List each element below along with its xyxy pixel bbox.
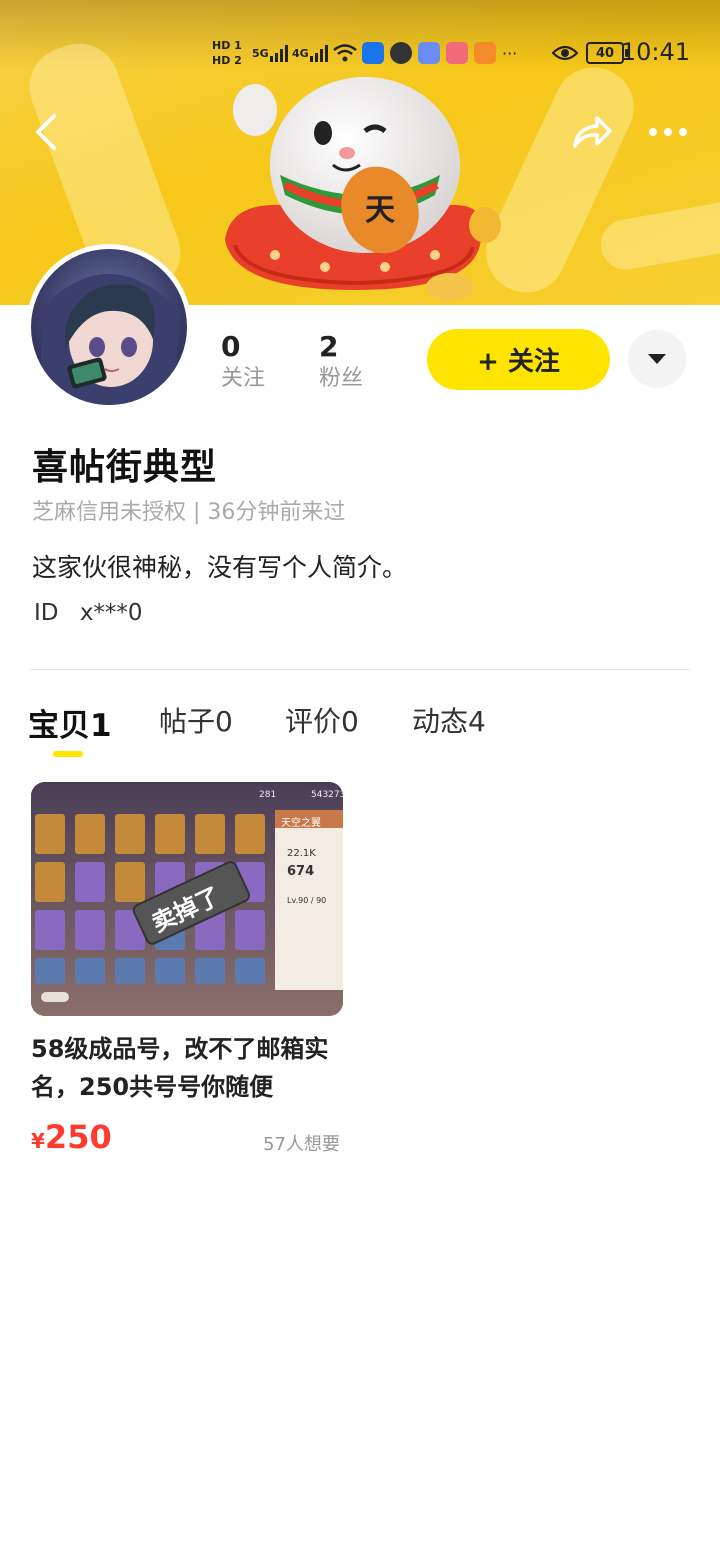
tab-count: 1 xyxy=(90,708,112,744)
image-currency-2: 543273 xyxy=(311,790,343,800)
fans-stat[interactable]: 2 粉丝 xyxy=(319,330,363,394)
more-dots-icon xyxy=(649,128,687,136)
net2-label: 4G xyxy=(292,46,309,60)
tab-count: 0 xyxy=(215,705,233,738)
listing-image[interactable]: 281 543273 天空之翼 22.1K 674 Lv.90 / 90 卖掉了 xyxy=(31,782,343,1016)
listing-price: ¥250 xyxy=(31,1118,112,1156)
image-stat-2: 674 xyxy=(287,864,315,879)
fans-count: 2 xyxy=(319,330,339,363)
tab-label: 动态 xyxy=(412,705,469,738)
music-app-icon xyxy=(418,42,440,64)
section-divider xyxy=(30,669,690,670)
following-label: 关注 xyxy=(221,366,266,391)
signal-icon xyxy=(309,45,328,62)
app-notification-icon xyxy=(362,42,384,64)
tab-label: 评价 xyxy=(285,705,342,738)
notification-app-icons: ··· xyxy=(362,30,517,76)
price-value: 250 xyxy=(44,1118,112,1156)
price-symbol: ¥ xyxy=(31,1129,45,1153)
reader-app-icon xyxy=(446,42,468,64)
avatar[interactable] xyxy=(26,244,192,410)
tab-activity[interactable]: 动态4 xyxy=(412,700,486,740)
following-stat[interactable]: 0 关注 xyxy=(221,330,265,394)
clock: 10:41 xyxy=(620,38,690,66)
back-button[interactable] xyxy=(22,108,70,156)
share-icon xyxy=(573,116,612,148)
net1-label: 5G xyxy=(252,46,269,60)
tab-posts[interactable]: 帖子0 xyxy=(159,700,233,740)
video-app-icon xyxy=(474,42,496,64)
profile-bio: 这家伙很神秘，没有写个人简介。 xyxy=(32,553,408,582)
fans-label: 粉丝 xyxy=(319,366,364,391)
image-panel-title: 天空之翼 xyxy=(281,818,321,829)
sim-indicators: HD 1 HD 2 xyxy=(212,30,242,76)
profile-dropdown-button[interactable] xyxy=(628,330,686,388)
network-5g: 5G xyxy=(252,30,291,76)
sim2-label: HD 2 xyxy=(212,54,242,67)
more-notifications: ··· xyxy=(502,43,518,63)
caret-down-icon xyxy=(648,354,666,364)
image-currency-1: 281 xyxy=(259,790,277,800)
tab-label: 帖子 xyxy=(159,705,216,738)
tab-items[interactable]: 宝贝1 xyxy=(28,700,112,745)
image-level: Lv.90 / 90 xyxy=(287,896,327,905)
tab-label: 宝贝 xyxy=(28,708,90,744)
more-options-button[interactable] xyxy=(644,108,692,156)
eye-comfort-icon xyxy=(552,30,578,76)
wants-count: 57人想要 xyxy=(263,1134,340,1155)
image-stat-1: 22.1K xyxy=(287,848,316,859)
profile-meta: 芝麻信用未授权 | 36分钟前来过 xyxy=(32,500,346,525)
wifi-icon xyxy=(332,30,358,76)
listing-title[interactable]: 58级成品号，改不了邮箱实名，250共号号你随便 xyxy=(31,1030,351,1106)
avatar-image xyxy=(31,249,187,405)
banner-decor xyxy=(596,196,720,274)
app-notification-icon xyxy=(390,42,412,64)
share-button[interactable] xyxy=(568,108,616,156)
profile-name: 喜帖街典型 xyxy=(32,447,218,488)
signal-icon xyxy=(269,45,288,62)
follow-button[interactable]: + 关注 xyxy=(427,329,610,390)
battery-level: 40 xyxy=(586,42,624,64)
tab-reviews[interactable]: 评价0 xyxy=(285,700,359,740)
status-bar: HD 1 HD 2 5G 4G ··· 40 10:41 xyxy=(0,30,720,76)
sim1-label: HD 1 xyxy=(212,39,242,52)
svg-text:天: 天 xyxy=(365,193,395,228)
profile-id-row[interactable]: ID x***0 xyxy=(34,600,143,626)
network-4g: 4G xyxy=(292,30,331,76)
active-tab-indicator xyxy=(53,751,83,757)
mascot-illustration: 天 xyxy=(225,77,501,301)
chevron-left-icon xyxy=(36,114,56,150)
following-count: 0 xyxy=(221,330,241,363)
tab-count: 4 xyxy=(468,705,486,738)
id-label: ID xyxy=(34,600,59,626)
id-value: x***0 xyxy=(79,600,143,626)
tab-count: 0 xyxy=(341,705,359,738)
